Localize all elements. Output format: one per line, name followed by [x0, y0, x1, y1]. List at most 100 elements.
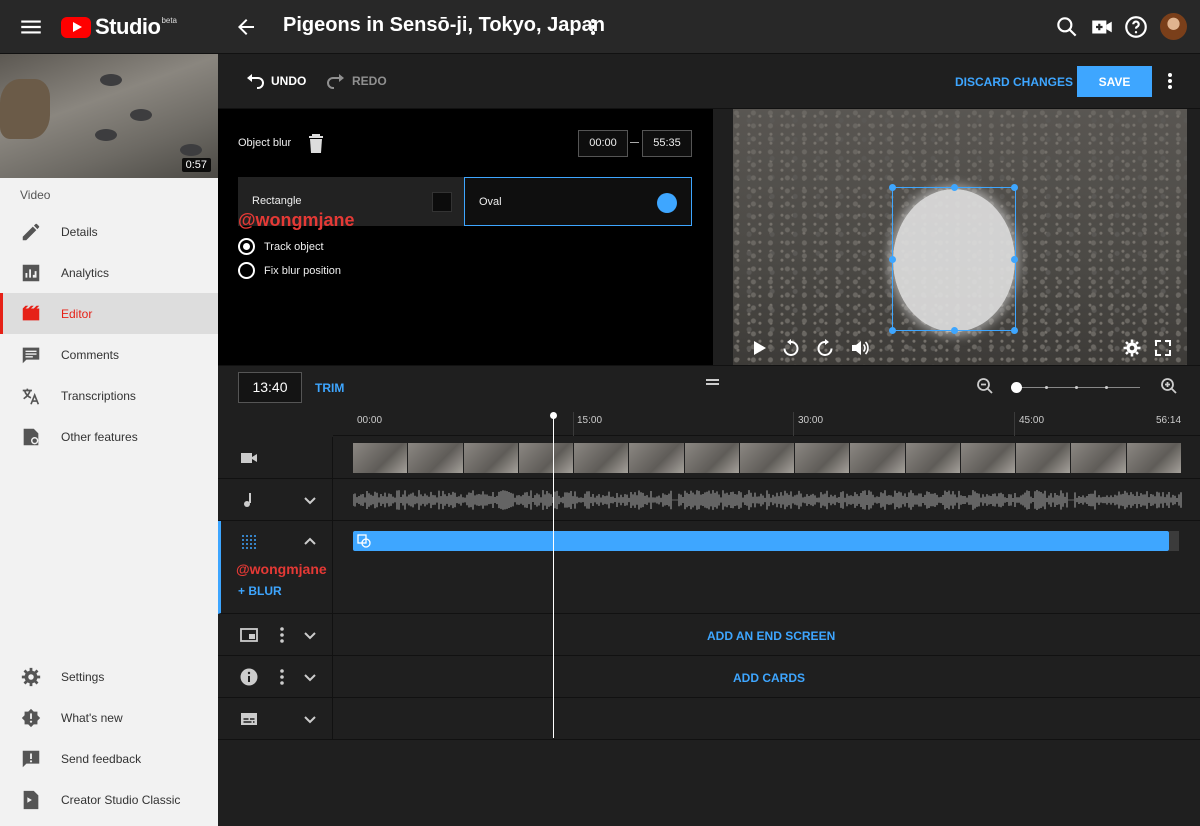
- shape-oval-option[interactable]: Oval: [464, 177, 692, 226]
- trash-icon[interactable]: [307, 134, 325, 154]
- redo-label: REDO: [352, 74, 387, 88]
- ruler-label: 30:00: [798, 415, 824, 426]
- avatar[interactable]: [1160, 13, 1187, 40]
- create-video-icon[interactable]: [1089, 14, 1115, 40]
- pencil-icon: [22, 223, 40, 240]
- resize-handle[interactable]: [889, 256, 896, 263]
- audio-track: [218, 479, 1200, 521]
- radio-track-object[interactable]: Track object: [238, 238, 324, 255]
- play-icon[interactable]: [749, 338, 769, 358]
- more-vert-icon[interactable]: [272, 625, 292, 645]
- sidebar-item-details[interactable]: Details: [0, 211, 218, 252]
- ruler-label: 15:00: [577, 415, 603, 426]
- more-vert-icon[interactable]: [272, 667, 292, 687]
- zoom-in-icon[interactable]: [1160, 377, 1178, 395]
- audio-waveform[interactable]: [353, 487, 1183, 513]
- chevron-down-icon[interactable]: [300, 709, 320, 729]
- gear-icon: [21, 667, 41, 686]
- studio-logo[interactable]: Studio beta: [61, 13, 177, 41]
- resize-handle[interactable]: [951, 184, 958, 191]
- discard-changes-button[interactable]: DISCARD CHANGES: [955, 75, 1073, 89]
- video-preview[interactable]: [733, 109, 1187, 365]
- save-button[interactable]: SAVE: [1077, 66, 1152, 97]
- redo-button[interactable]: REDO: [326, 73, 387, 89]
- radio-fix-blur-position[interactable]: Fix blur position: [238, 262, 341, 279]
- sidebar-item-whats-new[interactable]: What's new: [0, 697, 218, 738]
- volume-icon[interactable]: [850, 338, 870, 358]
- sidebar-item-label: Settings: [61, 669, 105, 684]
- video-camera-icon: [241, 453, 257, 463]
- sidebar-item-comments[interactable]: Comments: [0, 334, 218, 375]
- zoom-slider[interactable]: [1011, 382, 1140, 393]
- sidebar-item-send-feedback[interactable]: Send feedback: [0, 738, 218, 779]
- video-frame-thumb: [408, 443, 463, 473]
- settings-icon[interactable]: [1122, 338, 1142, 358]
- zoom-slider-knob[interactable]: [1011, 382, 1022, 393]
- watermark-text: @wongmjane: [236, 561, 327, 577]
- more-vert-icon[interactable]: [1163, 70, 1177, 92]
- search-icon[interactable]: [1054, 14, 1080, 40]
- more-vert-icon[interactable]: [584, 15, 602, 39]
- playhead[interactable]: [550, 412, 557, 738]
- resize-handle[interactable]: [889, 327, 896, 334]
- track-header: @wongmjane + BLUR: [221, 521, 333, 613]
- video-thumbnail[interactable]: 0:57: [0, 54, 218, 178]
- resize-handle[interactable]: [1011, 327, 1018, 334]
- blur-shape-icon: [357, 534, 371, 548]
- back-arrow-icon[interactable]: [234, 15, 258, 39]
- trim-button[interactable]: TRIM: [315, 381, 344, 395]
- track-header: [218, 614, 333, 655]
- help-icon[interactable]: [1123, 14, 1149, 40]
- beta-badge: beta: [161, 15, 178, 25]
- video-frame-thumb: [353, 443, 408, 473]
- resize-handle[interactable]: [889, 184, 896, 191]
- forward-icon[interactable]: [815, 338, 835, 358]
- timeline-ruler[interactable]: 00:00 15:00 30:00 45:00 56:14: [333, 408, 1200, 436]
- blur-selection-box[interactable]: [889, 184, 1018, 334]
- undo-icon: [247, 74, 264, 89]
- radio-label: Fix blur position: [264, 264, 342, 277]
- resize-handle[interactable]: [951, 327, 958, 334]
- sidebar-section-label: Video: [20, 188, 51, 202]
- radio-selected-icon: [238, 238, 255, 255]
- video-frame-thumb: [1071, 443, 1126, 473]
- ruler-tick: [793, 412, 794, 436]
- chevron-down-icon[interactable]: [300, 667, 320, 687]
- panel-resize-handle-icon[interactable]: [706, 379, 719, 385]
- analytics-icon: [22, 264, 40, 281]
- thumbnail-duration: 0:57: [181, 158, 211, 172]
- rewind-icon[interactable]: [781, 338, 801, 358]
- chevron-down-icon[interactable]: [300, 490, 320, 510]
- sidebar-item-label: What's new: [61, 710, 123, 725]
- classic-icon: [23, 790, 39, 809]
- sidebar-item-other-features[interactable]: Other features: [0, 416, 218, 457]
- resize-handle[interactable]: [1011, 184, 1018, 191]
- add-end-screen-button[interactable]: ADD AN END SCREEN: [707, 629, 835, 643]
- add-cards-button[interactable]: ADD CARDS: [733, 671, 805, 685]
- object-blur-panel: Object blur 00:00 55:35 Rectangle Oval @…: [218, 109, 713, 365]
- sidebar-item-transcriptions[interactable]: Transcriptions: [0, 375, 218, 416]
- sidebar-item-creator-studio-classic[interactable]: Creator Studio Classic: [0, 779, 218, 820]
- blur-start-time[interactable]: 00:00: [578, 130, 628, 157]
- chevron-down-icon[interactable]: [300, 625, 320, 645]
- top-bar: Studio beta Pigeons in Sensō-ji, Tokyo, …: [0, 0, 1200, 54]
- add-blur-button[interactable]: + BLUR: [238, 584, 282, 598]
- time-range-dash: [630, 142, 639, 143]
- blur-end-time[interactable]: 55:35: [642, 130, 692, 157]
- sidebar-item-editor[interactable]: Editor: [0, 293, 218, 334]
- sidebar-item-settings[interactable]: Settings: [0, 656, 218, 697]
- video-frames-strip[interactable]: [353, 443, 1181, 473]
- sidebar-item-analytics[interactable]: Analytics: [0, 252, 218, 293]
- resize-handle[interactable]: [1011, 256, 1018, 263]
- blur-segment[interactable]: [353, 531, 1169, 551]
- current-time-field[interactable]: 13:40: [238, 372, 302, 403]
- feedback-icon: [22, 750, 40, 767]
- video-frame-thumb: [1016, 443, 1071, 473]
- undo-button[interactable]: UNDO: [245, 73, 306, 89]
- ruler-tick: [1014, 412, 1015, 436]
- menu-icon[interactable]: [18, 14, 44, 40]
- slider-tick: [1045, 386, 1048, 389]
- fullscreen-icon[interactable]: [1153, 338, 1173, 358]
- zoom-out-icon[interactable]: [976, 377, 994, 395]
- chevron-up-icon[interactable]: [300, 532, 320, 552]
